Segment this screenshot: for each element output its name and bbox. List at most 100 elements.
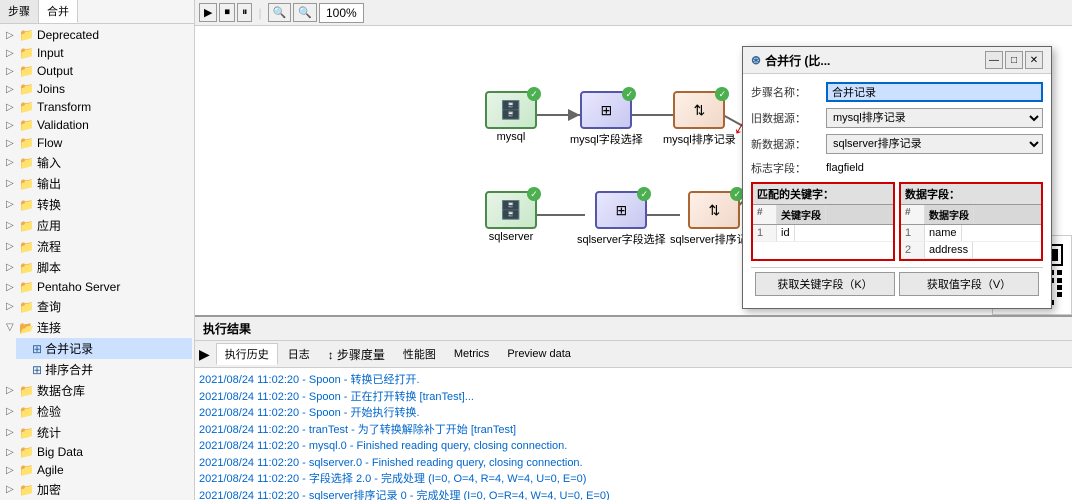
dialog-close-btn[interactable]: ✕ xyxy=(1025,51,1043,69)
key-table-row[interactable]: 1 id xyxy=(753,225,893,242)
expand-icon: ▷ xyxy=(6,301,16,312)
sidebar-tree: ▷ 📁 Deprecated ▷ 📁 Input ▷ 📁 Output ▷ 📁 xyxy=(0,24,194,500)
play-icon: ▶ xyxy=(199,346,210,363)
expand-icon: ▷ xyxy=(6,241,16,252)
sidebar-item-output[interactable]: ▷ 📁 Output xyxy=(2,62,192,80)
dialog-maximize-btn[interactable]: □ xyxy=(1005,51,1023,69)
sidebar-label: Flow xyxy=(37,136,62,150)
sidebar-label: Transform xyxy=(37,100,91,114)
select-icon: ⊞ xyxy=(615,202,627,219)
sidebar-item-transform2[interactable]: ▷ 📁 转换 xyxy=(2,194,192,215)
sqlserver-node[interactable]: 🗄️ ✓ sqlserver xyxy=(485,191,537,243)
sidebar-item-input[interactable]: ▷ 📁 Input xyxy=(2,44,192,62)
dialog-controls: — □ ✕ xyxy=(985,51,1043,69)
select-icon: ⊞ xyxy=(600,102,612,119)
sidebar-item-script[interactable]: ▷ 📁 脚本 xyxy=(2,257,192,278)
log-line: 2021/08/24 11:02:20 - Spoon - 正在打开转换 [tr… xyxy=(199,389,1068,406)
sidebar-item-joins[interactable]: ▷ 📁 Joins xyxy=(2,80,192,98)
mysql-node[interactable]: 🗄️ ✓ mysql xyxy=(485,91,537,143)
dialog-minimize-btn[interactable]: — xyxy=(985,51,1003,69)
sidebar-item-output2[interactable]: ▷ 📁 输出 xyxy=(2,173,192,194)
sidebar-item-check[interactable]: ▷ 📁 检验 xyxy=(2,401,192,422)
connect-children: ⊞ 合并记录 ⊞ 排序合并 xyxy=(2,338,192,380)
sort-icon: ⇅ xyxy=(693,102,705,119)
data-table-row-2[interactable]: 2 address xyxy=(901,242,1041,259)
sidebar-item-flow2[interactable]: ▷ 📁 流程 xyxy=(2,236,192,257)
sidebar-item-pentaho[interactable]: ▷ 📁 Pentaho Server xyxy=(2,278,192,296)
check-mark: ✓ xyxy=(622,87,636,101)
sqlserver-select-node[interactable]: ⊞ ✓ sqlserver字段选择 xyxy=(577,191,666,247)
tab-exec-history[interactable]: 执行历史 xyxy=(216,343,278,365)
pause-btn[interactable]: ⏸ xyxy=(237,3,253,22)
old-source-select[interactable]: mysql排序记录 xyxy=(826,108,1043,128)
sidebar-item-merge-records[interactable]: ⊞ 合并记录 xyxy=(16,338,192,359)
sidebar-item-query[interactable]: ▷ 📁 查询 xyxy=(2,296,192,317)
data-table-header: 数据字段： xyxy=(901,184,1041,205)
tab-merge[interactable]: 合并 xyxy=(39,0,78,23)
stop-btn[interactable]: ⏹ xyxy=(219,3,235,22)
key-row-num: 1 xyxy=(753,225,777,241)
flow-canvas[interactable]: 🗄️ ✓ mysql ⊞ ✓ mysql字段选择 xyxy=(195,26,1072,315)
item-label: 合并记录 xyxy=(45,340,93,357)
tab-log[interactable]: 日志 xyxy=(280,344,318,364)
sidebar-item-datawarehouse[interactable]: ▷ 📁 数据仓库 xyxy=(2,380,192,401)
folder-icon: 📁 xyxy=(19,100,34,114)
tables-container: 匹配的关键字： # 关键字段 1 id xyxy=(751,182,1043,261)
node-icon: ⊞ xyxy=(32,342,42,356)
sidebar-item-agile[interactable]: ▷ 📁 Agile xyxy=(2,461,192,479)
sidebar-label: Pentaho Server xyxy=(37,280,120,294)
node-icon: ⊞ xyxy=(32,363,42,377)
tab-steps[interactable]: 步骤 xyxy=(0,0,39,23)
item-label: 排序合并 xyxy=(45,361,93,378)
zoom-out-btn[interactable]: 🔍 xyxy=(293,3,317,22)
sidebar-label: Deprecated xyxy=(37,28,99,42)
divider: | xyxy=(258,6,261,20)
get-key-fields-btn[interactable]: 获取关键字段（K） xyxy=(755,272,895,296)
check-mark: ✓ xyxy=(527,187,541,201)
db-icon: 🗄️ xyxy=(500,100,522,121)
run-btn[interactable]: ▶ xyxy=(199,3,217,22)
sidebar-item-flow[interactable]: ▷ 📁 Flow xyxy=(2,134,192,152)
expand-icon: ▷ xyxy=(6,484,16,495)
log-area: 2021/08/24 11:02:20 - Spoon - 转换已经打开.202… xyxy=(195,368,1072,500)
bottom-panel: 执行结果 ▶ 执行历史 日志 ↕ 步骤度量 性能图 Metrics Previe… xyxy=(195,315,1072,500)
new-source-select[interactable]: sqlserver排序记录 xyxy=(826,134,1043,154)
tab-step-metrics[interactable]: ↕ 步骤度量 xyxy=(320,344,393,365)
sidebar-item-deprecated[interactable]: ▷ 📁 Deprecated xyxy=(2,26,192,44)
sidebar-tabs: 步骤 合并 xyxy=(0,0,194,24)
expand-icon: ▷ xyxy=(6,447,16,458)
tab-metrics[interactable]: Metrics xyxy=(446,346,497,362)
sidebar-item-connect[interactable]: ▽ 📂 连接 xyxy=(2,317,192,338)
sidebar-item-encrypt[interactable]: ▷ 📁 加密 xyxy=(2,479,192,500)
sidebar-item-app[interactable]: ▷ 📁 应用 xyxy=(2,215,192,236)
sidebar-label: 加密 xyxy=(37,481,61,498)
tab-perf-chart[interactable]: 性能图 xyxy=(395,344,444,364)
data-col-field: 数据字段 xyxy=(925,205,974,224)
old-source-row: 旧数据源： mysql排序记录 xyxy=(751,108,1043,128)
sidebar-item-transform[interactable]: ▷ 📁 Transform xyxy=(2,98,192,116)
step-name-input[interactable] xyxy=(826,82,1043,102)
folder-icon: 📁 xyxy=(19,384,34,398)
sidebar-label: Big Data xyxy=(37,445,83,459)
sidebar-item-input2[interactable]: ▷ 📁 输入 xyxy=(2,152,192,173)
mysql-select-node[interactable]: ⊞ ✓ mysql字段选择 xyxy=(570,91,643,147)
sidebar-item-stats[interactable]: ▷ 📁 统计 xyxy=(2,422,192,443)
data-table-row-1[interactable]: 1 name xyxy=(901,225,1041,242)
sidebar-item-sort-merge[interactable]: ⊞ 排序合并 xyxy=(16,359,192,380)
folder-icon: 📁 xyxy=(19,64,34,78)
sidebar-label: 输入 xyxy=(37,154,61,171)
sidebar-label: 查询 xyxy=(37,298,61,315)
folder-icon: 📂 xyxy=(19,321,34,335)
tab-preview[interactable]: Preview data xyxy=(499,346,579,362)
sqlserver-select-label: sqlserver字段选择 xyxy=(577,231,666,247)
zoom-in-btn[interactable]: 🔍 xyxy=(268,3,292,22)
get-value-fields-btn[interactable]: 获取值字段（V） xyxy=(899,272,1039,296)
dialog-title-text: 合并行 (比... xyxy=(765,52,830,69)
mysql-sort-node[interactable]: ⇅ ✓ mysql排序记录 xyxy=(663,91,736,147)
log-line: 2021/08/24 11:02:20 - sqlserver.0 - Fini… xyxy=(199,455,1068,472)
sidebar-item-validation[interactable]: ▷ 📁 Validation xyxy=(2,116,192,134)
expand-icon: ▷ xyxy=(6,84,16,95)
expand-icon: ▷ xyxy=(6,48,16,59)
sidebar-item-bigdata[interactable]: ▷ 📁 Big Data xyxy=(2,443,192,461)
expand-icon: ▷ xyxy=(6,220,16,231)
